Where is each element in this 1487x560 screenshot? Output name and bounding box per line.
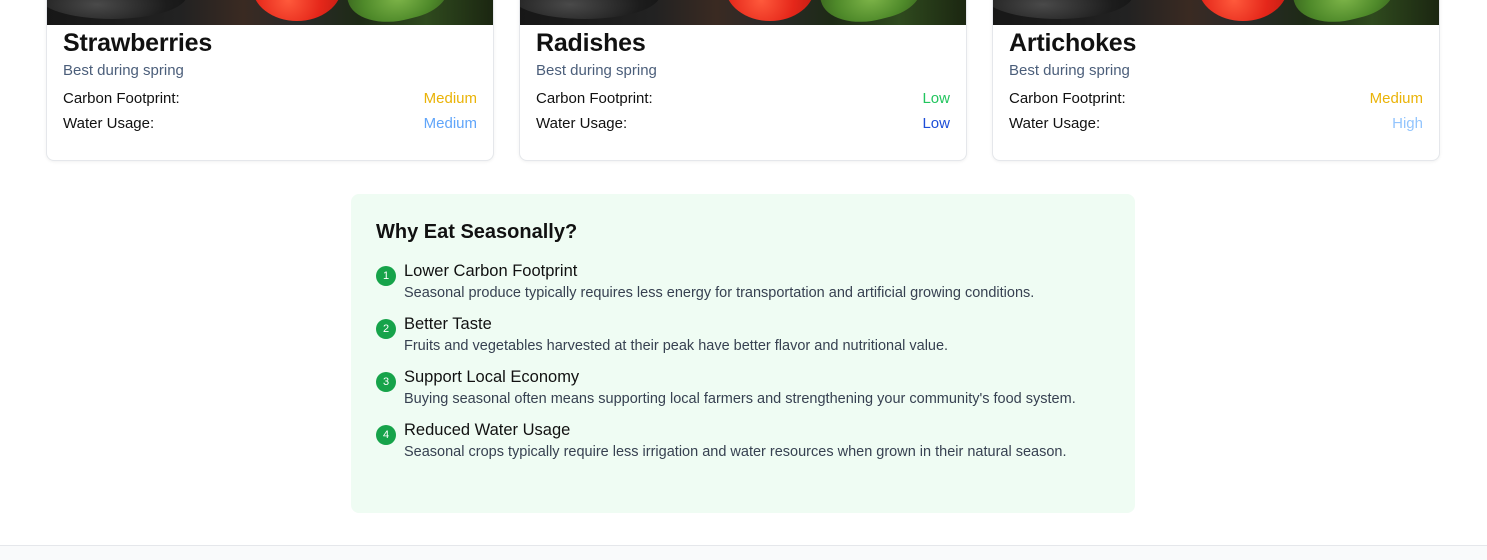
section-title: Why Eat Seasonally? — [376, 221, 578, 243]
reason-title: Better Taste — [404, 315, 492, 333]
water-usage-row: Water Usage: Low — [536, 114, 950, 134]
water-usage-label: Water Usage: — [63, 115, 155, 132]
carbon-footprint-row: Carbon Footprint: Medium — [63, 89, 477, 109]
reason-description: Seasonal crops typically require less ir… — [404, 444, 1067, 460]
produce-name: Radishes — [536, 29, 646, 57]
why-eat-seasonally-panel: Why Eat Seasonally? 1 Lower Carbon Footp… — [351, 194, 1135, 513]
water-usage-value: High — [1392, 115, 1423, 132]
reason-title: Lower Carbon Footprint — [404, 262, 578, 280]
produce-card-grid: Strawberries Best during spring Carbon F… — [46, 0, 1440, 162]
carbon-footprint-label: Carbon Footprint: — [1009, 90, 1126, 107]
produce-season: Best during spring — [1009, 62, 1130, 79]
water-usage-label: Water Usage: — [536, 115, 628, 132]
produce-card-radishes[interactable]: Radishes Best during spring Carbon Footp… — [519, 0, 967, 161]
carbon-footprint-row: Carbon Footprint: Medium — [1009, 89, 1423, 109]
water-usage-value: Medium — [423, 115, 477, 132]
water-usage-row: Water Usage: Medium — [63, 114, 477, 134]
produce-name: Artichokes — [1009, 29, 1137, 57]
carbon-footprint-row: Carbon Footprint: Low — [536, 89, 950, 109]
water-usage-row: Water Usage: High — [1009, 114, 1423, 134]
number-badge: 2 — [376, 319, 396, 339]
footer — [0, 545, 1487, 560]
water-usage-value: Low — [922, 115, 950, 132]
carbon-footprint-label: Carbon Footprint: — [536, 90, 653, 107]
carbon-footprint-value: Low — [922, 90, 950, 107]
produce-image — [993, 0, 1439, 25]
carbon-footprint-value: Medium — [423, 90, 477, 107]
produce-image — [520, 0, 966, 25]
reason-description: Buying seasonal often means supporting l… — [404, 391, 1076, 407]
reason-item: 1 Lower Carbon Footprint Seasonal produc… — [376, 260, 1110, 304]
reason-title: Support Local Economy — [404, 368, 580, 386]
carbon-footprint-label: Carbon Footprint: — [63, 90, 180, 107]
reason-item: 4 Reduced Water Usage Seasonal crops typ… — [376, 419, 1110, 463]
produce-season: Best during spring — [63, 62, 184, 79]
produce-image — [47, 0, 493, 25]
reason-description: Fruits and vegetables harvested at their… — [404, 338, 949, 354]
carbon-footprint-value: Medium — [1369, 90, 1423, 107]
number-badge: 4 — [376, 425, 396, 445]
produce-card-strawberries[interactable]: Strawberries Best during spring Carbon F… — [46, 0, 494, 161]
reason-item: 2 Better Taste Fruits and vegetables har… — [376, 313, 1110, 357]
number-badge: 3 — [376, 372, 396, 392]
produce-name: Strawberries — [63, 29, 213, 57]
reason-description: Seasonal produce typically requires less… — [404, 285, 1035, 301]
reason-title: Reduced Water Usage — [404, 421, 571, 439]
produce-card-artichokes[interactable]: Artichokes Best during spring Carbon Foo… — [992, 0, 1440, 161]
reason-item: 3 Support Local Economy Buying seasonal … — [376, 366, 1110, 410]
number-badge: 1 — [376, 266, 396, 286]
produce-season: Best during spring — [536, 62, 657, 79]
water-usage-label: Water Usage: — [1009, 115, 1101, 132]
